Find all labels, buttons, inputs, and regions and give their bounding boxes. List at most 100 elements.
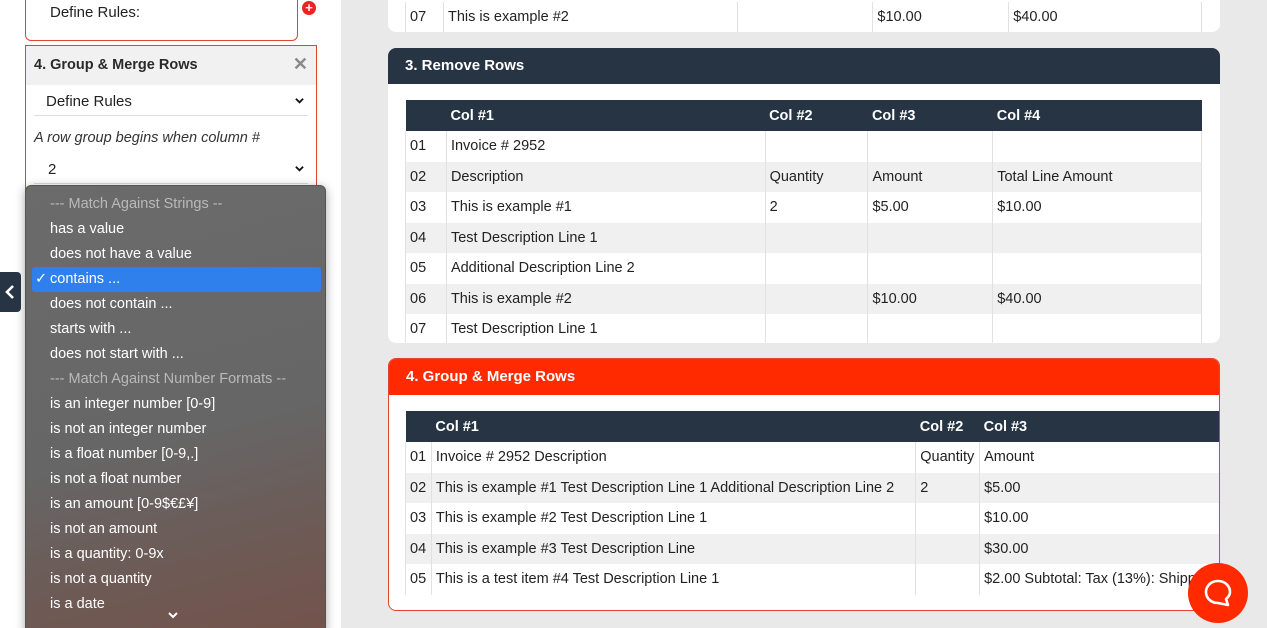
table-cell (992, 222, 1202, 253)
table-row: 01 Invoice # 2952 Description Quantity Amou… (405, 442, 1219, 473)
row-number: 04 (405, 222, 447, 253)
table-cell (992, 131, 1202, 162)
table-cell: Test Description Line 1 (446, 222, 766, 253)
table-cell (867, 253, 994, 284)
table-cell: Total Line Amount (992, 161, 1202, 192)
column-header: Col #1 (446, 100, 766, 131)
menu-item-label: is an integer number [0-9] (50, 396, 216, 412)
table-cell: $5.00 (979, 472, 1219, 503)
table-cell: Quantity (915, 442, 981, 473)
menu-item[interactable]: is a float number [0-9,.] (32, 442, 321, 467)
menu-item-label: contains ... (50, 271, 121, 287)
menu-item[interactable]: does not have a value (32, 242, 321, 267)
sidebar: Define Rules: + 4. Group & Merge Rows ✕ … (0, 0, 341, 628)
menu-item-label: is a float number [0-9,.] (50, 446, 199, 462)
menu-item-label: has a value (50, 221, 125, 237)
table-cell: This is example #2 Test Description Line… (431, 503, 917, 534)
table-cell (867, 131, 994, 162)
column-header: Col #3 (979, 411, 1219, 442)
table-cell (765, 314, 869, 343)
menu-item[interactable]: does not contain ... (32, 292, 321, 317)
menu-item[interactable]: is an integer number [0-9] (32, 392, 321, 417)
table-row: 07 This is example #2 $10.00 $40.00 (405, 2, 1202, 32)
table-cell: Amount (867, 161, 994, 192)
table-row: 03 This is example #2 Test Description Li… (405, 503, 1219, 534)
table-cell: This is example #2 (443, 2, 738, 32)
table-cell: $10.00 (979, 503, 1219, 534)
table-row: 02 Description Quantity Amount Total Line Am… (405, 161, 1202, 192)
table-cell: $10.00 (872, 2, 1010, 32)
table-row: 01 Invoice # 2952 (405, 131, 1202, 162)
column-header: Col #2 (765, 100, 868, 131)
previous-step-card: 07 This is example #2 $10.00 $40.00 (388, 0, 1220, 32)
checkmark-icon: ✓ (35, 271, 48, 287)
table-cell (737, 2, 874, 32)
row-number: 07 (405, 314, 447, 343)
table-cell (765, 222, 869, 253)
table-cell: This is example #2 (446, 283, 766, 314)
add-rule-icon[interactable]: + (302, 1, 316, 15)
table-row: 04 This is example #3 Test Description Li… (405, 533, 1219, 564)
table-cell: This is a test item #4 Test Description … (431, 564, 917, 595)
rule-header: 4. Group & Merge Rows ✕ (26, 46, 316, 85)
column-value: 2 (48, 161, 57, 178)
row-number: 01 (405, 131, 447, 162)
column-header (405, 100, 447, 131)
table-cell: Invoice # 2952 Description (431, 442, 917, 473)
menu-item[interactable]: is not an amount (32, 517, 321, 542)
row-number: 03 (405, 503, 432, 534)
table-row: 05 Additional Description Line 2 (405, 253, 1202, 284)
menu-item[interactable]: is an amount [0-9$€£¥] (32, 492, 321, 517)
row-number: 01 (405, 442, 432, 473)
table-cell: $40.00 (992, 283, 1202, 314)
row-number: 05 (405, 564, 432, 595)
group-merge-title: 4. Group & Merge Rows (389, 359, 1219, 395)
table-cell: $5.00 (867, 192, 994, 223)
table-cell (765, 131, 869, 162)
previous-table: 07 This is example #2 $10.00 $40.00 (405, 2, 1202, 32)
menu-item-label: does not contain ... (50, 296, 173, 312)
close-icon[interactable]: ✕ (293, 54, 308, 75)
menu-item-label: --- Match Against Strings -- (50, 196, 223, 212)
table-cell: Invoice # 2952 (446, 131, 766, 162)
table-cell (992, 314, 1202, 343)
table-cell (915, 503, 981, 534)
row-number: 05 (405, 253, 447, 284)
row-number: 06 (405, 283, 447, 314)
table-row: 05 This is a test item #4 Test Descriptio… (405, 564, 1219, 595)
chat-support-button[interactable] (1188, 563, 1248, 623)
table-cell: $10.00 (867, 283, 994, 314)
rule-title: 4. Group & Merge Rows (34, 57, 198, 73)
remove-rows-title: 3. Remove Rows (388, 48, 1220, 84)
table-row: 07 Test Description Line 1 (405, 314, 1202, 343)
table-cell: This is example #3 Test Description Line (431, 533, 917, 564)
rule-card-previous: Define Rules: (25, 0, 298, 41)
rule-mode-select[interactable]: Define Rules (34, 86, 308, 116)
group-merge-card: 4. Group & Merge Rows Col #1 Col #2 Col #3… (388, 358, 1220, 611)
menu-item[interactable]: is not an integer number (32, 417, 321, 442)
menu-item[interactable]: is not a quantity (32, 567, 321, 592)
table-row: 02 This is example #1 Test Description Li… (405, 472, 1219, 503)
condition-dropdown-menu[interactable]: --- Match Against Strings -- has a value d… (25, 185, 326, 628)
menu-item[interactable]: is a quantity: 0-9x (32, 542, 321, 567)
menu-item-label: is not an integer number (50, 421, 207, 437)
menu-item[interactable]: is not a float number (32, 467, 321, 492)
collapse-sidebar-button[interactable] (0, 272, 21, 312)
menu-item[interactable]: does not start with ... (32, 342, 321, 367)
column-header: Col #3 (867, 100, 993, 131)
menu-item-label: does not start with ... (50, 346, 184, 362)
menu-item[interactable]: ✓ contains ... (32, 267, 321, 292)
table-cell: $10.00 (992, 192, 1202, 223)
menu-item-label: is a date (50, 596, 105, 612)
menu-item[interactable]: starts with ... (32, 317, 321, 342)
table-cell: $2.00 Subtotal: Tax (13%): Shipping (979, 564, 1219, 595)
menu-group-header: --- Match Against Strings -- (32, 192, 321, 217)
column-select[interactable]: 2 (34, 154, 308, 184)
row-number: 04 (405, 533, 432, 564)
table-cell: This is example #1 Test Description Line… (431, 472, 917, 503)
chevron-down-icon[interactable] (167, 610, 179, 620)
menu-item-label: is a quantity: 0-9x (50, 546, 164, 562)
table-cell (867, 222, 994, 253)
menu-item[interactable]: has a value (32, 217, 321, 242)
menu-item-label: --- Match Against Number Formats -- (50, 371, 287, 387)
